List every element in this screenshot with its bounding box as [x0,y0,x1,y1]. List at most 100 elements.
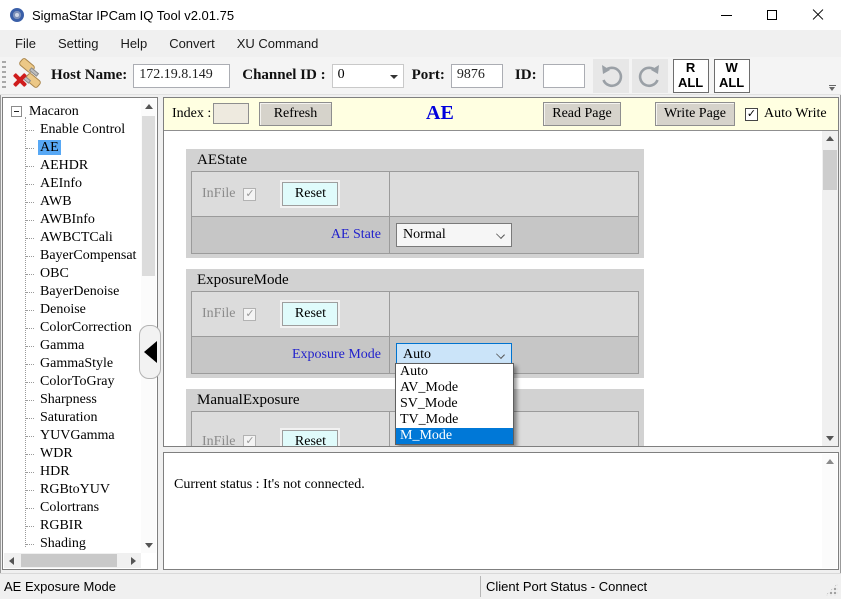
host-name-label: Host Name: [51,67,127,84]
tree-item-hdr[interactable]: HDR [4,463,141,481]
tree-horizontal-scrollbar[interactable] [4,553,141,568]
main-vertical-scrollbar[interactable] [822,131,838,446]
current-status-text: Current status : It's not connected. [164,453,838,493]
close-button[interactable] [795,0,841,30]
tree-item-colortrans[interactable]: Colortrans [4,499,141,517]
refresh-button[interactable]: Refresh [259,102,332,126]
option-auto[interactable]: Auto [396,364,513,380]
redo-button[interactable] [632,59,668,93]
chevron-down-icon [496,230,505,239]
scroll-up-icon[interactable] [822,131,837,146]
read-all-line2: ALL [678,76,703,90]
infile-checkbox[interactable]: ✓ [243,188,256,201]
collapse-expander-icon[interactable] [11,106,22,117]
read-page-button[interactable]: Read Page [543,102,621,126]
tree-item-aehdr[interactable]: AEHDR [4,157,141,175]
menu-xu-command[interactable]: XU Command [226,30,330,57]
disconnect-icon[interactable] [12,60,42,92]
scrollbar-thumb[interactable] [823,150,837,190]
status-bar: AE Exposure Mode Client Port Status - Co… [0,573,841,599]
tree-item-saturation[interactable]: Saturation [4,409,141,427]
tree-item-gamma[interactable]: Gamma [4,337,141,355]
write-all-line1: W [725,61,737,75]
scroll-up-icon[interactable] [822,454,837,469]
toolbar-overflow-button[interactable] [827,85,837,91]
section-exposuremode: ExposureMode InFile ✓ Reset Exposure Mod… [186,269,644,378]
tree-item-obc[interactable]: OBC [4,265,141,283]
option-av-mode[interactable]: AV_Mode [396,380,513,396]
read-all-button[interactable]: R ALL [673,59,709,93]
menu-setting[interactable]: Setting [47,30,109,57]
toolbar: Host Name: 172.19.8.149 Channel ID : 0 P… [0,57,841,95]
option-m-mode[interactable]: M_Mode [396,428,513,444]
tree-item-yuvgamma[interactable]: YUVGamma [4,427,141,445]
ae-state-value: Normal [403,227,446,242]
scrollbar-thumb[interactable] [142,116,155,276]
tree-item-shading[interactable]: Shading [4,535,141,553]
maximize-button[interactable] [749,0,795,30]
index-input[interactable] [213,103,249,124]
sidebar-tree-panel: Macaron Enable Control AE AEHDR AEInfo A… [2,97,158,570]
tree-item-gammastyle[interactable]: GammaStyle [4,355,141,373]
tree-item-colorcorrection[interactable]: ColorCorrection [4,319,141,337]
tree-item-colortogray[interactable]: ColorToGray [4,373,141,391]
window-title: SigmaStar IPCam IQ Tool v2.01.75 [32,8,234,23]
id-label: ID: [515,67,537,84]
menu-help[interactable]: Help [109,30,158,57]
scroll-down-icon[interactable] [822,431,837,446]
chevron-down-icon [390,75,398,79]
main-panel: Index : Refresh AE Read Page Write Page … [163,97,839,447]
id-input[interactable] [543,64,585,88]
tree-item-aeinfo[interactable]: AEInfo [4,175,141,193]
menu-convert[interactable]: Convert [158,30,226,57]
tree-item-awbinfo[interactable]: AWBInfo [4,211,141,229]
tree-item-rgbir[interactable]: RGBIR [4,517,141,535]
tree-item-bayercompensat[interactable]: BayerCompensat [4,247,141,265]
scroll-up-icon[interactable] [141,99,156,114]
resize-grip[interactable] [825,583,838,596]
port-input[interactable]: 9876 [451,64,503,88]
undo-icon [599,64,623,88]
undo-button[interactable] [593,59,629,93]
infile-checkbox[interactable]: ✓ [243,308,256,321]
tree-item-wdr[interactable]: WDR [4,445,141,463]
scroll-left-icon[interactable] [4,553,19,568]
scroll-down-icon[interactable] [141,538,156,553]
tree-item-denoise[interactable]: Denoise [4,301,141,319]
menu-file[interactable]: File [4,30,47,57]
minimize-button[interactable] [703,0,749,30]
host-name-input[interactable]: 172.19.8.149 [133,64,230,88]
channel-id-select[interactable]: 0 [332,64,404,88]
option-sv-mode[interactable]: SV_Mode [396,396,513,412]
status-right-text: Client Port Status - Connect [486,579,647,594]
tree-item-bayerdenoise[interactable]: BayerDenoise [4,283,141,301]
tree-item-enable-control[interactable]: Enable Control [4,121,141,139]
channel-id-label: Channel ID : [242,67,325,84]
scrollbar-thumb[interactable] [21,554,117,567]
tree-item-awb[interactable]: AWB [4,193,141,211]
scroll-right-icon[interactable] [126,553,141,568]
app-window: SigmaStar IPCam IQ Tool v2.01.75 File Se… [0,0,841,599]
reset-button[interactable]: Reset [282,302,338,326]
tree-item-sharpness[interactable]: Sharpness [4,391,141,409]
tree-item-ae[interactable]: AE [4,139,141,157]
ae-state-select[interactable]: Normal [396,223,512,247]
write-page-button[interactable]: Write Page [655,102,735,126]
auto-write-toggle[interactable]: ✓ Auto Write [745,106,827,122]
toolbar-grip[interactable] [2,61,6,91]
app-icon [10,8,24,22]
reset-button[interactable]: Reset [282,430,338,448]
exposure-mode-value: Auto [403,347,431,362]
tree-item-awbctcali[interactable]: AWBCTCali [4,229,141,247]
infile-checkbox[interactable]: ✓ [243,435,256,447]
write-all-button[interactable]: W ALL [714,59,750,93]
parameter-tree: Macaron Enable Control AE AEHDR AEInfo A… [4,99,141,553]
tree-item-rgbtoyuv[interactable]: RGBtoYUV [4,481,141,499]
auto-write-checkbox[interactable]: ✓ [745,108,758,121]
section-title: AEState [191,149,639,171]
redo-icon [638,64,662,88]
sidebar-collapse-button[interactable] [139,325,161,379]
option-tv-mode[interactable]: TV_Mode [396,412,513,428]
reset-button[interactable]: Reset [282,182,338,206]
log-vertical-scrollbar[interactable] [822,454,837,568]
